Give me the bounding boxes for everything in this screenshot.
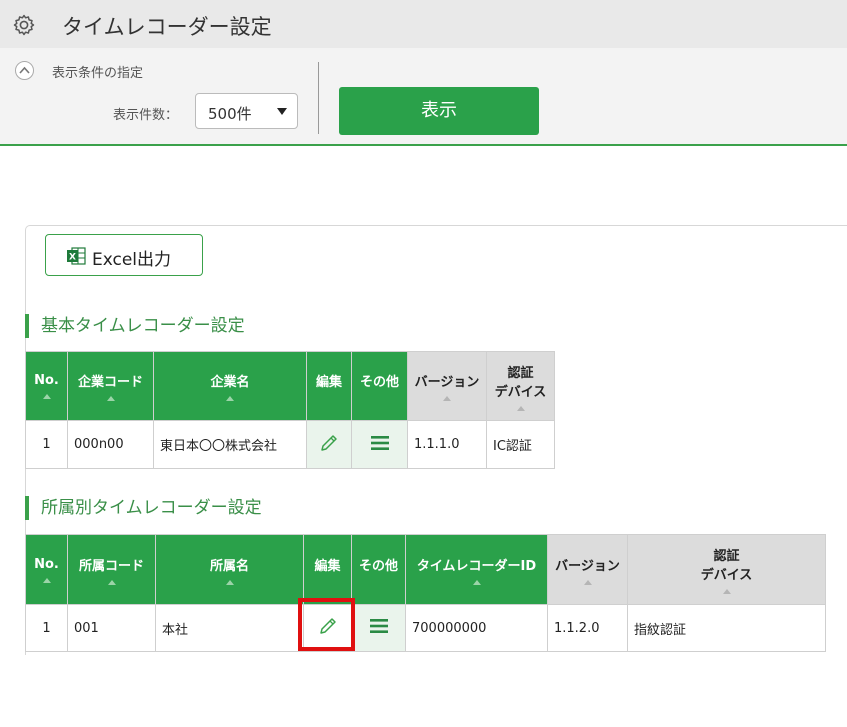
- top-bar: タイムレコーダー設定: [0, 0, 847, 48]
- other-menu-button[interactable]: [351, 420, 408, 469]
- pencil-icon: [321, 434, 337, 451]
- sort-icon: [516, 405, 525, 411]
- sort-icon: [107, 579, 116, 585]
- dropdown-arrow-icon: [277, 108, 287, 115]
- sort-icon: [42, 577, 51, 583]
- dept-settings-table: No. 所属コード 所属名 編集 その他 タイムレコーダーID バージョン 認証…: [25, 534, 826, 652]
- cell-no: 1: [25, 604, 68, 652]
- menu-icon: [369, 619, 388, 633]
- column-header-other: その他: [351, 351, 408, 421]
- column-header-company-name[interactable]: 企業名: [153, 351, 307, 421]
- sort-icon: [225, 579, 234, 585]
- other-menu-button[interactable]: [351, 604, 406, 652]
- column-header-auth-device[interactable]: 認証 デバイス: [486, 351, 555, 421]
- cell-auth-device: 指紋認証: [627, 604, 826, 652]
- sort-icon: [42, 394, 51, 399]
- cell-dept-name: 本社: [155, 604, 304, 652]
- sort-icon: [472, 579, 481, 585]
- svg-text:X: X: [69, 253, 76, 263]
- cell-version: 1.1.1.0: [407, 420, 487, 469]
- conditions-title: 表示条件の指定: [52, 66, 144, 81]
- column-header-auth-device[interactable]: 認証 デバイス: [627, 534, 826, 605]
- dept-section-title: 所属別タイムレコーダー設定: [25, 496, 262, 520]
- gear-icon: [13, 14, 35, 36]
- display-count-value: 500件: [208, 105, 252, 123]
- column-header-version[interactable]: バージョン: [407, 351, 487, 421]
- column-header-no[interactable]: No.: [25, 351, 68, 421]
- show-button[interactable]: 表示: [339, 87, 539, 135]
- cell-auth-device: IC認証: [486, 420, 555, 469]
- column-header-other: その他: [351, 534, 406, 605]
- cell-dept-code: 001: [67, 604, 156, 652]
- highlight-box: [298, 598, 355, 651]
- column-header-version[interactable]: バージョン: [547, 534, 628, 605]
- column-header-edit: 編集: [303, 534, 352, 605]
- collapse-toggle-button[interactable]: [15, 61, 34, 80]
- excel-icon: X: [67, 247, 86, 265]
- sort-icon: [106, 396, 115, 401]
- column-header-dept-name[interactable]: 所属名: [155, 534, 304, 605]
- excel-export-label: Excel出力: [92, 250, 172, 270]
- basic-section-title: 基本タイムレコーダー設定: [25, 314, 245, 338]
- column-header-dept-code[interactable]: 所属コード: [67, 534, 156, 605]
- divider: [318, 62, 319, 134]
- cell-company-code: 000n00: [67, 420, 154, 469]
- cell-recorder-id: 700000000: [405, 604, 548, 652]
- column-header-company-code[interactable]: 企業コード: [67, 351, 154, 421]
- menu-icon: [370, 435, 389, 450]
- column-header-no[interactable]: No.: [25, 534, 68, 605]
- chevron-up-icon: [19, 66, 30, 74]
- display-count-select[interactable]: 500件: [195, 93, 298, 129]
- cell-no: 1: [25, 420, 68, 469]
- cell-version: 1.1.2.0: [547, 604, 628, 652]
- table-row: 1 000n00 東日本〇〇株式会社 1.1.1.0 IC認証: [25, 420, 555, 469]
- cell-company-name: 東日本〇〇株式会社: [153, 420, 307, 469]
- display-conditions-panel: 表示条件の指定 表示件数： 500件 表示: [0, 48, 847, 146]
- column-header-edit: 編集: [306, 351, 352, 421]
- display-count-label: 表示件数：: [113, 108, 179, 123]
- edit-button[interactable]: [306, 420, 352, 469]
- sort-icon: [226, 396, 234, 401]
- excel-export-button[interactable]: X Excel出力: [45, 234, 203, 276]
- column-header-recorder-id[interactable]: タイムレコーダーID: [405, 534, 548, 605]
- sort-icon: [722, 589, 731, 594]
- sort-icon: [443, 396, 451, 401]
- sort-icon: [583, 579, 592, 585]
- table-row: 1 001 本社 700000000 1.1.2.0 指紋認証: [25, 604, 826, 652]
- page-title: タイムレコーダー設定: [62, 15, 272, 39]
- basic-settings-table: No. 企業コード 企業名 編集 その他 バージョン 認証 デバイス 1 000n…: [25, 351, 555, 469]
